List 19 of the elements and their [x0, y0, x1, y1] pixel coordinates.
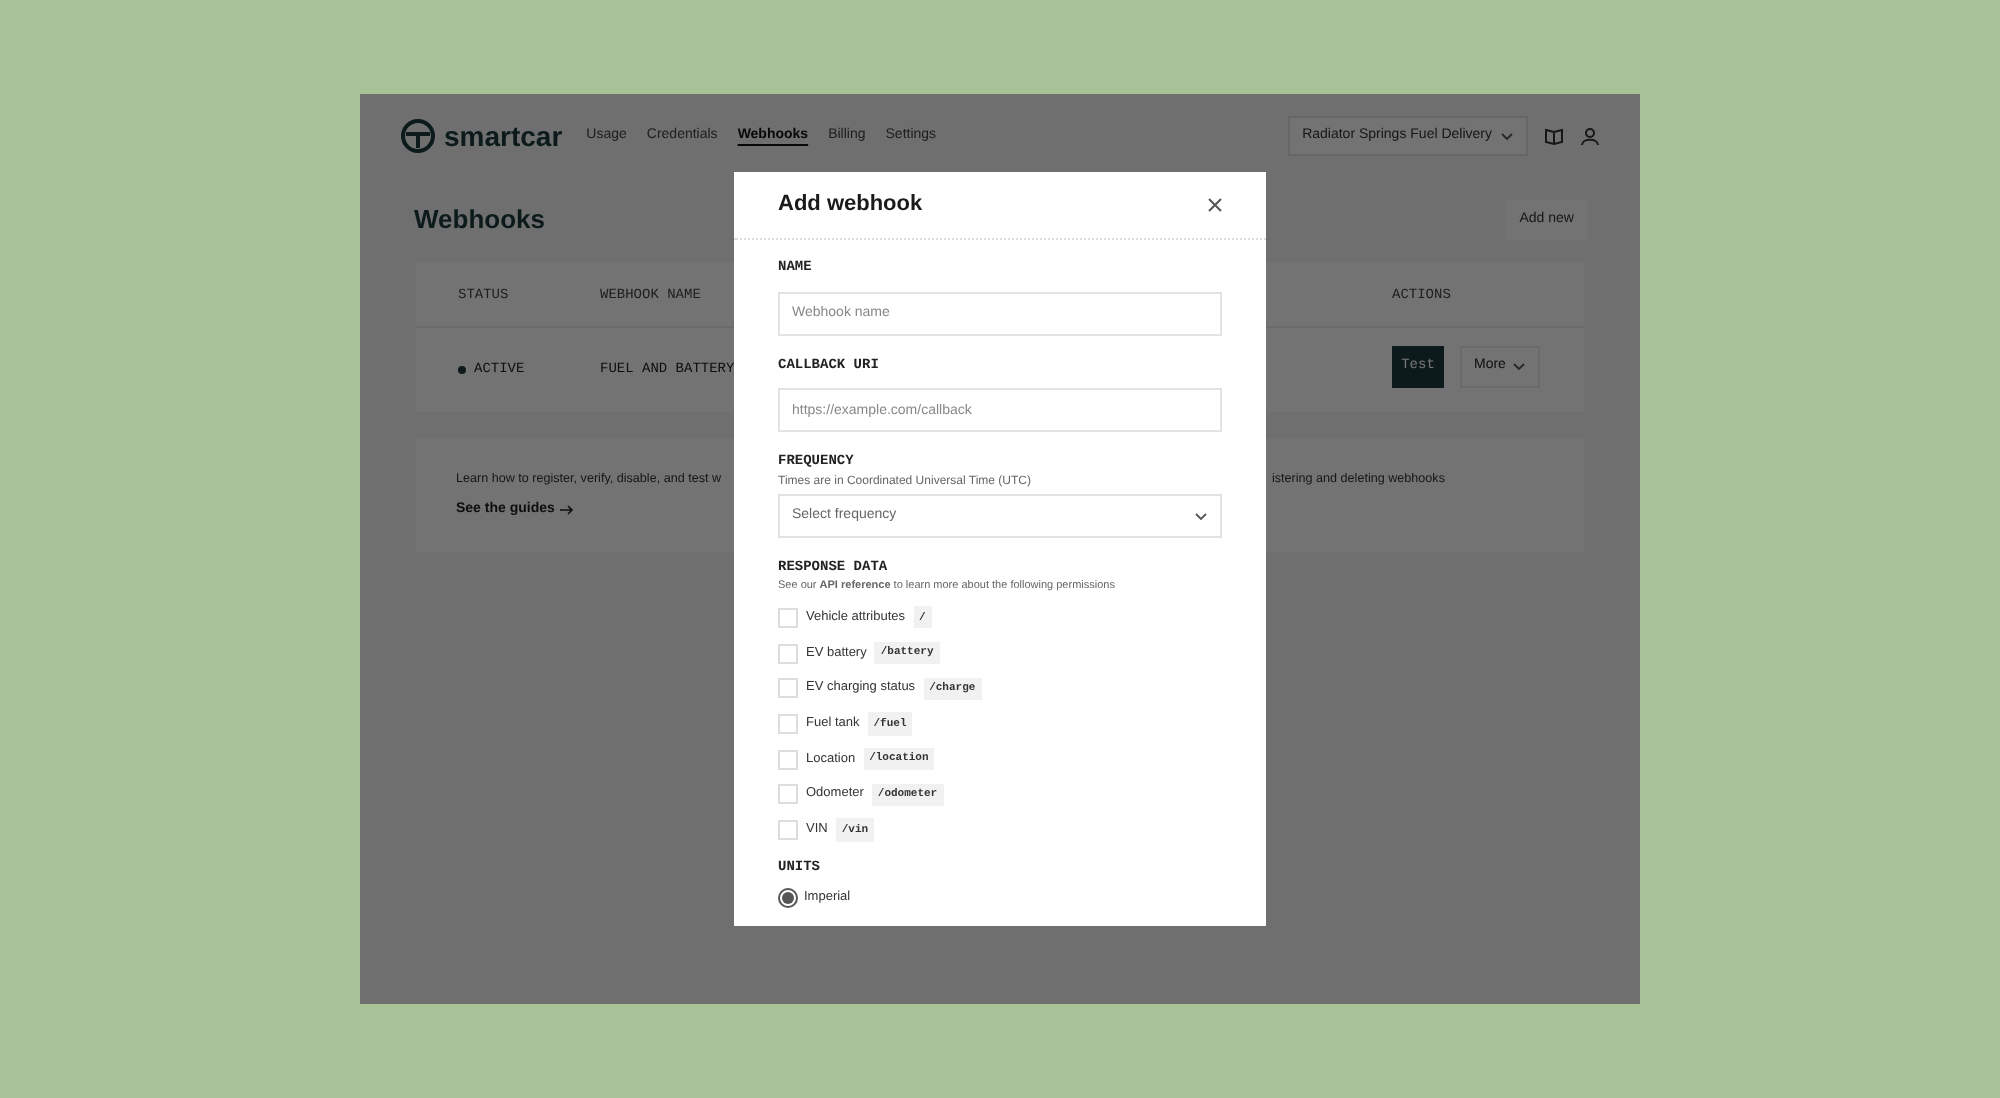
- checkbox[interactable]: [778, 643, 798, 664]
- checkbox[interactable]: [778, 784, 798, 805]
- checkbox[interactable]: [778, 713, 798, 734]
- chevron-down-icon: [1511, 362, 1526, 372]
- brand-name: smartcar: [444, 117, 563, 155]
- book-icon[interactable]: [1544, 126, 1564, 146]
- arrow-right-icon: [560, 504, 575, 517]
- checkbox[interactable]: [778, 749, 798, 770]
- radio-button[interactable]: [778, 887, 798, 908]
- user-icon[interactable]: [1580, 126, 1600, 146]
- dialog-title: Add webhook: [778, 190, 923, 221]
- checkbox[interactable]: [778, 819, 798, 840]
- page-title: Webhooks: [414, 202, 545, 239]
- logo-icon: [400, 118, 436, 154]
- checkbox[interactable]: [778, 678, 798, 699]
- close-icon[interactable]: [1208, 198, 1222, 212]
- chevron-down-icon: [1500, 131, 1514, 141]
- chevron-down-icon: [1194, 511, 1208, 521]
- checkbox[interactable]: [778, 607, 798, 628]
